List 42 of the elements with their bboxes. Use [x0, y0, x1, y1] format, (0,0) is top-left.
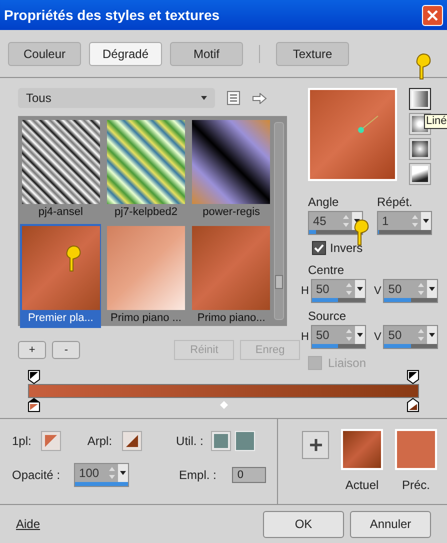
- repeat-field[interactable]: 1: [377, 211, 432, 235]
- tab[interactable]: Couleur: [8, 42, 81, 66]
- horizontal-field[interactable]: 50: [310, 325, 366, 349]
- tab[interactable]: Texture: [276, 42, 349, 66]
- tab[interactable]: Dégradé: [89, 42, 162, 66]
- tooltip: Liné: [424, 114, 447, 129]
- opacity-field[interactable]: 100: [74, 463, 130, 487]
- previous-label: Préc.: [402, 477, 430, 494]
- add-button[interactable]: +: [18, 341, 46, 359]
- window-title: Propriétés des styles et textures: [4, 6, 220, 25]
- v-label: V: [374, 284, 382, 299]
- gallery-item[interactable]: Primo piano ...: [105, 224, 187, 328]
- remove-button[interactable]: -: [52, 341, 80, 359]
- location-label: Empl. :: [179, 467, 216, 484]
- centre-label: Centre: [308, 262, 346, 279]
- source-label: Source: [308, 308, 348, 325]
- gallery-item[interactable]: Primo piano...: [190, 224, 272, 328]
- repeat-label: Répét.: [377, 194, 414, 211]
- vertical-field[interactable]: 50: [383, 325, 438, 349]
- used-colors-label: Util. :: [176, 433, 204, 450]
- location-field[interactable]: 0: [232, 467, 266, 483]
- gallery-item[interactable]: Premier pla...: [20, 224, 102, 328]
- vertical-field[interactable]: 50: [383, 279, 438, 303]
- foreground-label: 1pl:: [12, 433, 32, 450]
- angle-label: Angle: [308, 194, 340, 211]
- current-label: Actuel: [345, 477, 379, 494]
- category-dropdown[interactable]: Tous: [18, 88, 215, 108]
- h-label: H: [301, 330, 309, 345]
- background-label: Arpl:: [87, 433, 112, 450]
- opacity-label: Opacité :: [12, 467, 60, 484]
- link-label: Liaison: [328, 355, 366, 372]
- gallery-item[interactable]: power-regis: [190, 118, 272, 222]
- tab[interactable]: Motif: [170, 42, 243, 66]
- gallery-item[interactable]: pj7-kelpbed2: [105, 118, 187, 222]
- invert-label: Invers: [330, 240, 363, 257]
- help-link[interactable]: Aide: [16, 515, 40, 533]
- gallery-item[interactable]: pj4-ansel: [20, 118, 102, 222]
- ok-button[interactable]: OK: [263, 510, 344, 538]
- horizontal-field[interactable]: 50: [310, 279, 366, 303]
- cancel-button[interactable]: Annuler: [350, 510, 431, 538]
- h-label: H: [301, 284, 309, 299]
- v-label: V: [374, 330, 382, 345]
